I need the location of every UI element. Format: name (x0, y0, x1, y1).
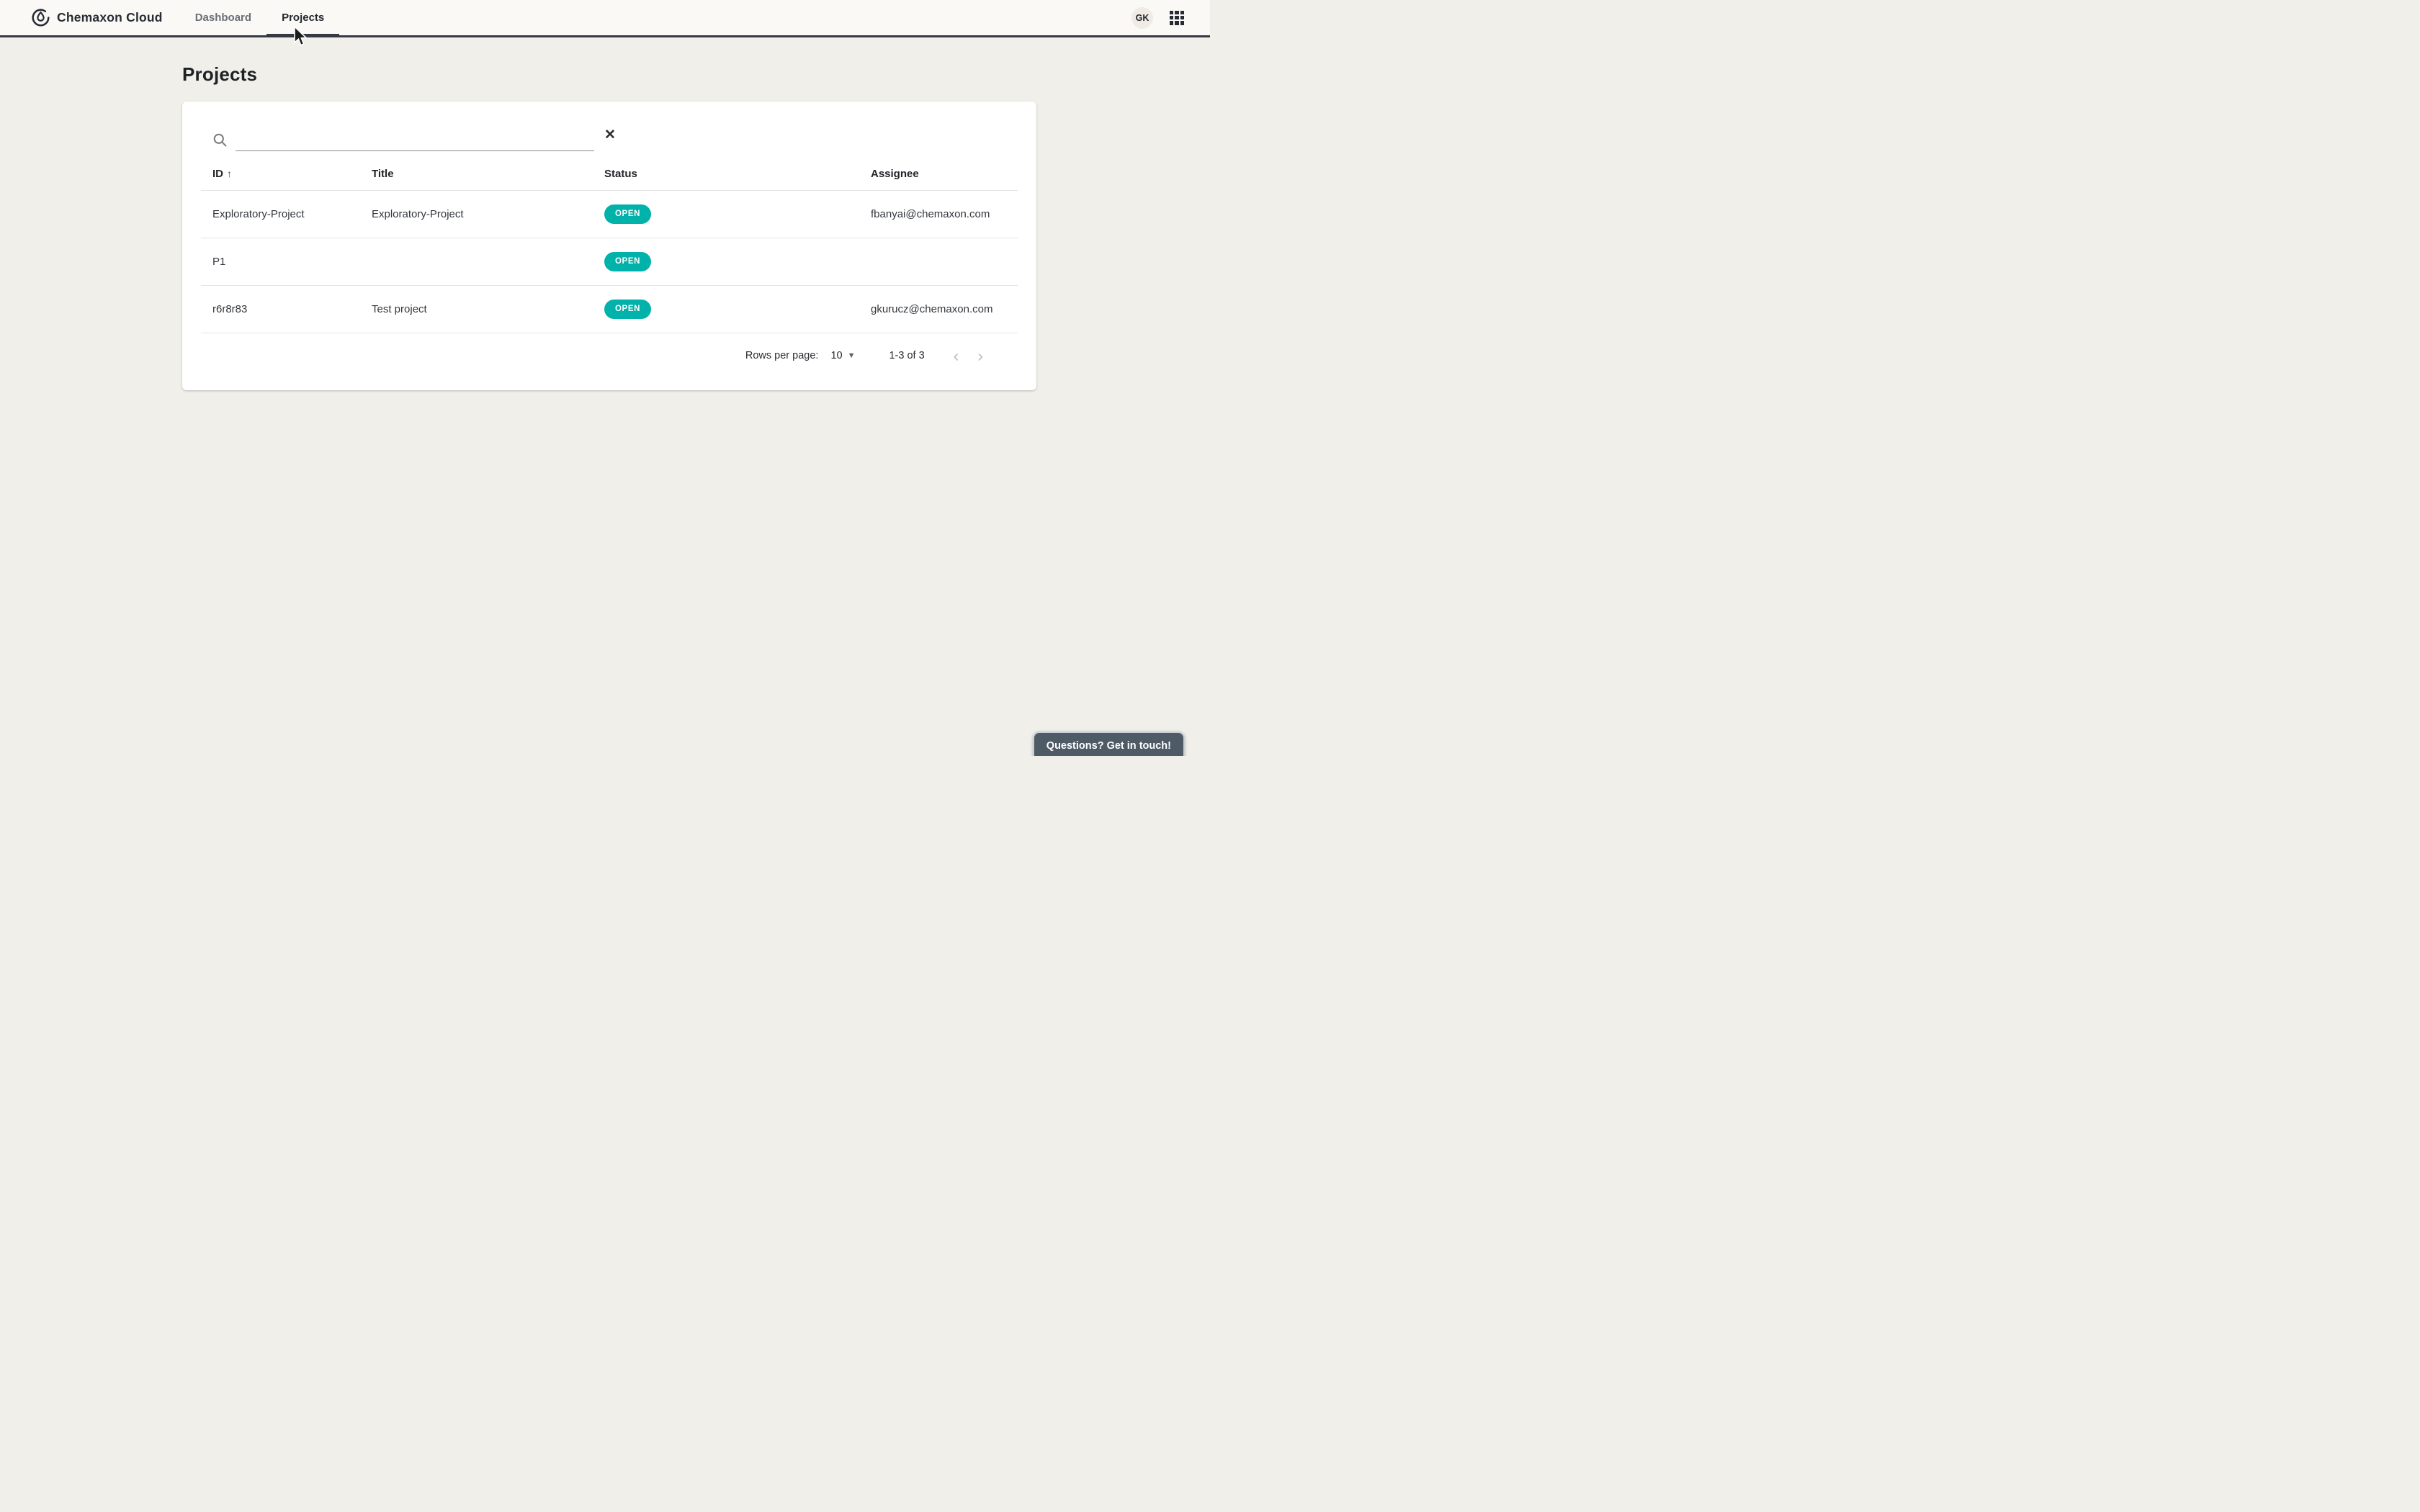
chemaxon-logo-icon (31, 8, 50, 27)
app-page: Chemaxon Cloud Dashboard Projects GK Pro… (0, 0, 1210, 756)
pagination-range: 1-3 of 3 (889, 350, 924, 361)
cell-id: P1 (201, 256, 360, 268)
clear-icon: ✕ (604, 127, 616, 143)
brand-name: Chemaxon Cloud (57, 10, 163, 25)
cell-title: Test project (360, 303, 593, 315)
rows-per-page-value: 10 (830, 350, 842, 361)
table-row[interactable]: r6r8r83 Test project OPEN gkurucz@chemax… (201, 286, 1018, 333)
previous-page-button[interactable]: ‹ (949, 348, 964, 364)
cell-status: OPEN (593, 252, 859, 272)
table-row[interactable]: P1 OPEN (201, 238, 1018, 286)
tab-projects[interactable]: Projects (266, 0, 339, 35)
pagination: Rows per page: 10 ▼ 1-3 of 3 ‹ › (182, 340, 1036, 372)
search-row: ✕ (182, 102, 1036, 153)
table-header-row: ID↑ Title Status Assignee (201, 158, 1018, 191)
sort-asc-icon[interactable]: ↑ (227, 168, 232, 179)
cell-id: r6r8r83 (201, 303, 360, 315)
column-header-title[interactable]: Title (360, 168, 593, 180)
apps-grid-icon (1170, 11, 1184, 25)
projects-card: ✕ ID↑ Title Status Assignee Exploratory-… (182, 102, 1036, 390)
rows-per-page-label: Rows per page: (745, 350, 819, 361)
get-in-touch-button[interactable]: Questions? Get in touch! (1033, 732, 1185, 756)
user-avatar[interactable]: GK (1131, 7, 1153, 29)
apps-menu-button[interactable] (1168, 9, 1186, 27)
cell-title: Exploratory-Project (360, 208, 593, 220)
status-badge: OPEN (604, 252, 651, 272)
status-badge: OPEN (604, 300, 651, 320)
projects-table: ID↑ Title Status Assignee Exploratory-Pr… (201, 158, 1018, 333)
column-header-assignee[interactable]: Assignee (859, 168, 1018, 180)
cell-id: Exploratory-Project (201, 208, 360, 220)
tab-dashboard[interactable]: Dashboard (180, 0, 266, 35)
status-badge: OPEN (604, 204, 651, 225)
clear-search-button[interactable]: ✕ (601, 127, 619, 143)
cell-status: OPEN (593, 204, 859, 225)
search-input[interactable] (236, 124, 594, 151)
navbar-right: GK (1131, 7, 1186, 29)
cell-assignee: fbanyai@chemaxon.com (859, 208, 1018, 220)
cell-assignee: gkurucz@chemaxon.com (859, 303, 1018, 315)
top-navbar: Chemaxon Cloud Dashboard Projects GK (0, 0, 1210, 37)
main-content: Projects ✕ ID↑ Title (0, 63, 1210, 390)
cell-status: OPEN (593, 300, 859, 320)
table-row[interactable]: Exploratory-Project Exploratory-Project … (201, 191, 1018, 238)
column-header-id[interactable]: ID↑ (201, 168, 360, 180)
caret-down-icon: ▼ (848, 351, 856, 360)
main-nav: Dashboard Projects (180, 0, 340, 35)
rows-per-page-select[interactable]: 10 ▼ (830, 350, 855, 361)
search-icon (212, 132, 228, 148)
next-page-button[interactable]: › (973, 348, 987, 364)
page-title: Projects (182, 63, 1210, 86)
table-body: Exploratory-Project Exploratory-Project … (201, 191, 1018, 333)
column-header-status[interactable]: Status (593, 168, 859, 180)
brand[interactable]: Chemaxon Cloud (31, 8, 163, 27)
